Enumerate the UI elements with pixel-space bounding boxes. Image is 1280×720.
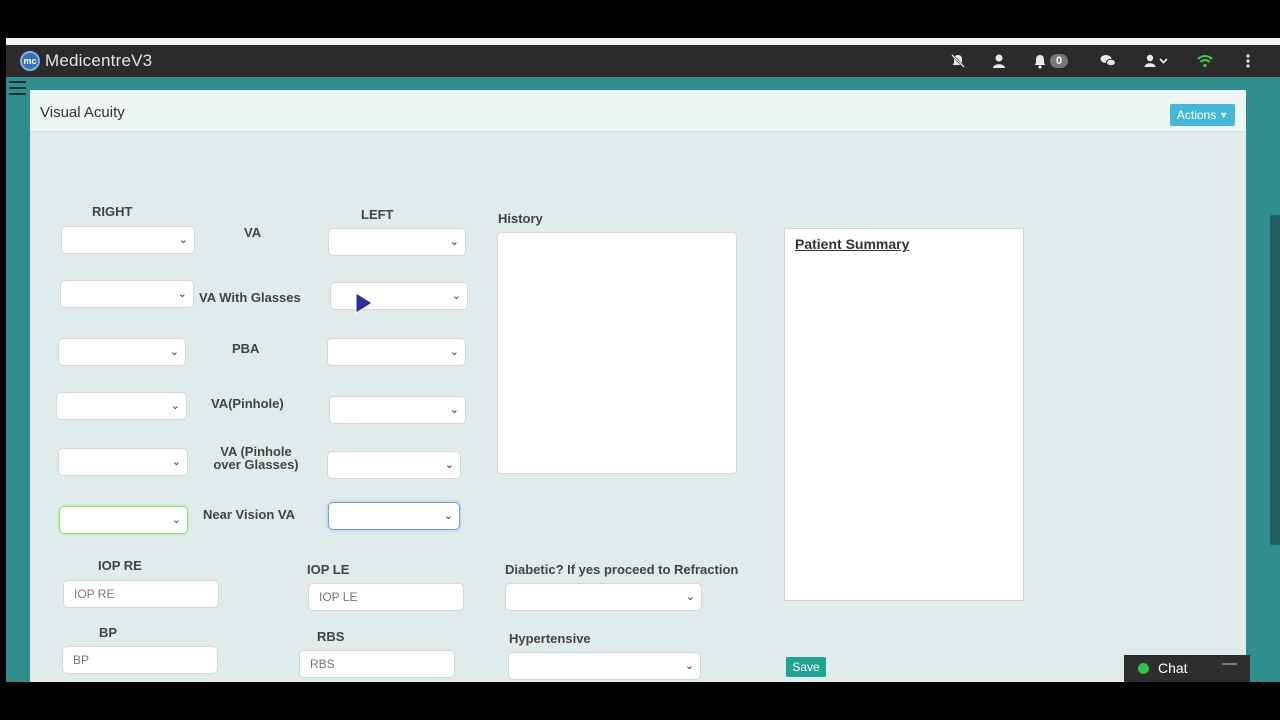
diabetic-select[interactable]: ⌄ bbox=[505, 583, 702, 611]
chevron-down-icon: ⌄ bbox=[170, 400, 180, 412]
iop-re-input[interactable] bbox=[63, 580, 219, 608]
left-va-select[interactable]: ⌄ bbox=[328, 228, 466, 256]
history-label: History bbox=[498, 211, 543, 226]
caret-down-icon: ▼ bbox=[1219, 110, 1229, 120]
top-strip bbox=[6, 38, 1280, 45]
kebab-menu-icon[interactable] bbox=[1246, 52, 1250, 70]
bell-icon bbox=[1034, 54, 1046, 69]
save-button[interactable]: Save bbox=[786, 657, 826, 677]
row-label-pba: PBA bbox=[232, 341, 260, 356]
iop-le-label: IOP LE bbox=[307, 562, 350, 577]
chat-widget[interactable]: Chat — bbox=[1124, 655, 1250, 682]
iop-re-label: IOP RE bbox=[98, 558, 142, 573]
navbar: mc MedicentreV3 0 bbox=[6, 45, 1280, 77]
hamburger-menu-icon[interactable] bbox=[9, 81, 26, 95]
chat-label: Chat bbox=[1158, 660, 1188, 676]
chevron-down-icon: ⌄ bbox=[171, 514, 181, 526]
wifi-icon bbox=[1197, 52, 1213, 70]
chevron-down-icon: ⌄ bbox=[171, 456, 181, 468]
chevron-down-icon: ⌄ bbox=[449, 404, 459, 416]
history-textarea[interactable] bbox=[497, 232, 737, 474]
bp-input[interactable] bbox=[62, 646, 218, 674]
mute-icon[interactable] bbox=[950, 52, 966, 70]
right-va-pinhole-over-glasses-select[interactable]: ⌄ bbox=[58, 448, 188, 476]
minimize-icon[interactable]: — bbox=[1222, 655, 1237, 672]
row-label-va-pinhole: VA(Pinhole) bbox=[211, 396, 284, 411]
left-va-pinhole-over-glasses-select[interactable]: ⌄ bbox=[327, 451, 461, 479]
right-va-pinhole-select[interactable]: ⌄ bbox=[56, 392, 187, 420]
panel-header: Visual Acuity Actions ▼ bbox=[30, 90, 1246, 132]
chevron-down-icon: ⌄ bbox=[449, 346, 459, 358]
row-label-va: VA bbox=[244, 225, 262, 240]
app-name: MedicentreV3 bbox=[45, 51, 153, 70]
diabetic-label: Diabetic? If yes proceed to Refraction bbox=[505, 562, 739, 577]
user-menu-icon[interactable] bbox=[1144, 52, 1170, 70]
mouse-cursor-icon bbox=[355, 292, 373, 319]
right-va-select[interactable]: ⌄ bbox=[61, 226, 195, 254]
notifications[interactable]: 0 bbox=[1033, 52, 1069, 70]
left-va-pinhole-select[interactable]: ⌄ bbox=[329, 396, 466, 424]
scrollbar-thumb[interactable] bbox=[1270, 215, 1280, 545]
chevron-down-icon: ⌄ bbox=[449, 236, 459, 248]
bp-label: BP bbox=[99, 625, 118, 640]
chevron-down-icon: ⌄ bbox=[685, 591, 695, 603]
left-va-with-glasses-select[interactable]: ⌄ bbox=[330, 282, 468, 310]
sidebar-strip bbox=[6, 77, 30, 682]
screen: mc MedicentreV3 0 Visual Acuity Actions … bbox=[0, 0, 1280, 720]
page-title: Visual Acuity bbox=[40, 104, 125, 121]
notification-count-badge: 0 bbox=[1050, 54, 1069, 68]
right-eye-header: RIGHT bbox=[92, 204, 133, 219]
brand-logo-icon: mc bbox=[20, 51, 40, 71]
user-badge-icon[interactable] bbox=[992, 52, 1006, 70]
hypertensive-select[interactable]: ⌄ bbox=[508, 652, 701, 680]
left-eye-header: LEFT bbox=[361, 207, 394, 222]
app-window: mc MedicentreV3 0 Visual Acuity Actions … bbox=[6, 38, 1280, 682]
row-label-near-vision-va: Near Vision VA bbox=[203, 507, 295, 522]
chat-bubbles-icon[interactable] bbox=[1100, 52, 1116, 70]
right-near-vision-va-select[interactable]: ⌄ bbox=[59, 506, 188, 534]
patient-summary-title: Patient Summary bbox=[795, 236, 910, 252]
visual-acuity-panel: Visual Acuity Actions ▼ RIGHT LEFT VA VA… bbox=[30, 90, 1246, 682]
right-va-with-glasses-select[interactable]: ⌄ bbox=[60, 280, 194, 308]
actions-button[interactable]: Actions ▼ bbox=[1170, 104, 1235, 126]
chevron-down-icon: ⌄ bbox=[451, 290, 461, 302]
right-pba-select[interactable]: ⌄ bbox=[58, 338, 186, 366]
chevron-down-icon: ⌄ bbox=[178, 234, 188, 246]
rbs-label: RBS bbox=[317, 629, 345, 644]
row-label-va-pinhole-over-glasses: VA (Pinhole over Glasses) bbox=[213, 444, 299, 472]
iop-le-input[interactable] bbox=[308, 583, 464, 611]
hypertensive-label: Hypertensive bbox=[509, 631, 591, 646]
rbs-input[interactable] bbox=[299, 650, 455, 678]
chevron-down-icon: ⌄ bbox=[444, 459, 454, 471]
row-label-va-with-glasses: VA With Glasses bbox=[199, 290, 301, 305]
chevron-down-icon: ⌄ bbox=[169, 346, 179, 358]
actions-label: Actions bbox=[1176, 108, 1217, 122]
left-pba-select[interactable]: ⌄ bbox=[327, 338, 466, 366]
online-status-icon bbox=[1138, 663, 1149, 674]
brand[interactable]: mc MedicentreV3 bbox=[20, 49, 152, 73]
chevron-down-icon: ⌄ bbox=[443, 510, 453, 522]
left-near-vision-va-select[interactable]: ⌄ bbox=[328, 502, 460, 530]
chevron-down-icon: ⌄ bbox=[177, 288, 187, 300]
chevron-down-icon: ⌄ bbox=[684, 660, 694, 672]
patient-summary-box: Patient Summary bbox=[784, 228, 1024, 601]
